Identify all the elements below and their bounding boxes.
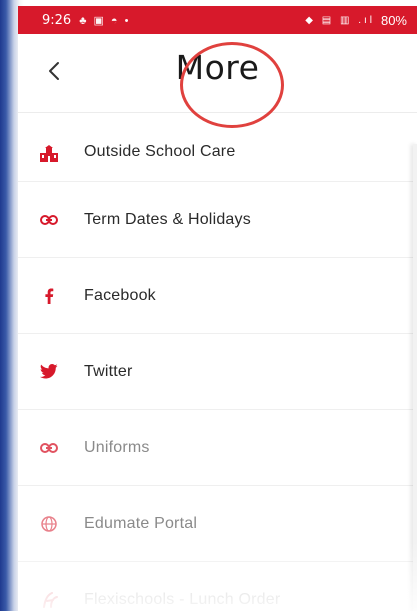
globe-icon xyxy=(38,513,60,535)
school-icon xyxy=(38,143,60,165)
menu-item-uniforms[interactable]: Uniforms xyxy=(18,410,417,486)
status-time: 9:26 xyxy=(42,12,72,28)
menu-item-outside-school-care[interactable]: Outside School Care xyxy=(18,113,417,182)
notification-icons: ♣ ▣ ◓ • xyxy=(79,14,131,27)
side-panel-edge xyxy=(413,144,417,611)
flexischools-icon xyxy=(38,589,60,611)
battery-level: 80% xyxy=(380,12,407,28)
twitter-icon xyxy=(38,361,60,383)
facebook-icon xyxy=(38,285,60,307)
link-icon xyxy=(38,437,60,459)
phone-screen: 9:26 ♣ ▣ ◓ • ◆ ▤ ▥ .ıl 80% More Outside … xyxy=(18,6,417,611)
menu-item-term-dates-holidays[interactable]: Term Dates & Holidays xyxy=(18,182,417,258)
menu-item-label: Uniforms xyxy=(84,438,150,456)
signal-icons: ◆ ▤ ▥ .ıl xyxy=(305,14,375,26)
menu-item-label: Term Dates & Holidays xyxy=(84,210,251,228)
menu-item-flexischools[interactable]: Flexischools - Lunch Order xyxy=(18,562,417,611)
page-header: More xyxy=(18,34,417,128)
page-title: More xyxy=(175,48,260,87)
menu-item-label: Edumate Portal xyxy=(84,514,198,532)
menu-item-twitter[interactable]: Twitter xyxy=(18,334,417,410)
menu-item-label: Facebook xyxy=(84,286,156,304)
menu-item-edumate-portal[interactable]: Edumate Portal xyxy=(18,486,417,562)
menu-list: Outside School Care Term Dates & Holiday… xyxy=(18,113,417,611)
menu-item-facebook[interactable]: Facebook xyxy=(18,258,417,334)
menu-item-label: Twitter xyxy=(84,362,133,380)
menu-item-label: Outside School Care xyxy=(84,143,236,160)
menu-item-label: Flexischools - Lunch Order xyxy=(84,590,281,608)
link-icon xyxy=(38,209,60,231)
status-bar: 9:26 ♣ ▣ ◓ • ◆ ▤ ▥ .ıl 80% xyxy=(18,6,417,34)
